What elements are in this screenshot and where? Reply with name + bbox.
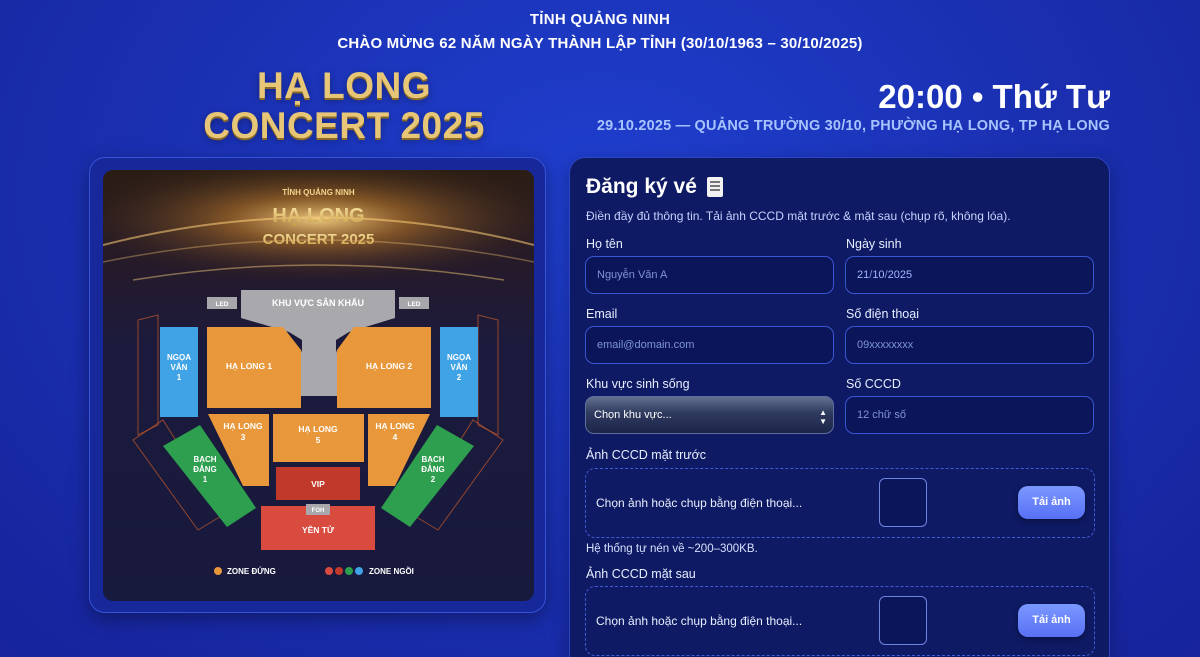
- email-label: Email: [586, 307, 618, 321]
- legend-standing-label: ZONE ĐỨNG: [227, 567, 276, 576]
- select-arrows-icon: ▲ ▼: [819, 408, 827, 426]
- fullname-input[interactable]: Nguyễn Văn A: [585, 256, 834, 294]
- led-label-right: LED: [408, 301, 421, 308]
- id-front-label: Ảnh CCCD mặt trước: [586, 448, 707, 462]
- zone-vip-label: VIP: [311, 479, 325, 489]
- receipt-icon: [706, 177, 723, 197]
- zone-ha-long-5-label-a: HẠ LONG: [298, 424, 338, 434]
- registration-form: Đăng ký vé Điền đầy đủ thông tin. Tải ản…: [569, 157, 1110, 657]
- region-select[interactable]: Chọn khu vực... ▲ ▼: [585, 396, 834, 434]
- zone-ha-long-3-label-a: HẠ LONG: [223, 421, 263, 431]
- zone-ha-long-5-label-b: 5: [316, 435, 321, 445]
- dob-label: Ngày sinh: [846, 237, 902, 251]
- form-title-text: Đăng ký vé: [586, 175, 697, 198]
- seating-map-poster: TỈNH QUẢNG NINH HẠ LONG CONCERT 2025 LED…: [103, 170, 534, 601]
- form-instructions: Điền đầy đủ thông tin. Tải ảnh CCCD mặt …: [586, 209, 1011, 223]
- poster-title-2: CONCERT 2025: [263, 231, 375, 248]
- compression-hint: Hệ thống tự nén về ~200–300KB.: [586, 543, 758, 555]
- event-logo: HẠ LONG CONCERT 2025: [198, 66, 490, 146]
- id-number-input[interactable]: 12 chữ số: [845, 396, 1094, 434]
- id-back-upload-button[interactable]: Tải ảnh: [1018, 604, 1085, 637]
- zone-bach-dang-1-label-c: 1: [203, 475, 208, 484]
- id-back-preview: [879, 596, 927, 645]
- zone-ngoa-van-2-label-b: VÂN: [451, 363, 468, 372]
- phone-label: Số điện thoại: [846, 307, 919, 321]
- dob-input[interactable]: 21/10/2025: [845, 256, 1094, 294]
- logo-line-2: CONCERT 2025: [203, 105, 485, 146]
- id-number-label: Số CCCD: [846, 377, 901, 391]
- legend-seated-dot-green: [345, 567, 353, 575]
- region-select-value: Chọn khu vực...: [594, 409, 672, 421]
- id-front-dropzone[interactable]: Chọn ảnh hoặc chụp bằng điện thoại... Tả…: [585, 468, 1095, 538]
- zone-bach-dang-1-label-a: BẠCH: [193, 455, 216, 464]
- zone-bach-dang-2-label-c: 2: [431, 475, 436, 484]
- zone-ngoa-van-1-label-c: 1: [177, 373, 182, 382]
- poster-title-1: HẠ LONG: [272, 205, 364, 227]
- zone-bach-dang-1-label-b: ĐẰNG: [193, 465, 217, 474]
- zone-ha-long-3-label-b: 3: [241, 432, 246, 442]
- id-front-text: Chọn ảnh hoặc chụp bằng điện thoại...: [596, 496, 803, 510]
- id-front-upload-button[interactable]: Tải ảnh: [1018, 486, 1085, 519]
- zone-yen-tu-label: YÊN TỬ: [302, 524, 335, 535]
- province-heading: TỈNH QUẢNG NINH: [529, 11, 671, 28]
- zone-ngoa-van-2-label-c: 2: [457, 373, 462, 382]
- zone-ha-long-4-label-a: HẠ LONG: [375, 421, 415, 431]
- poster-province: TỈNH QUẢNG NINH: [282, 188, 355, 197]
- legend-standing-dot: [214, 567, 222, 575]
- id-front-preview: [879, 478, 927, 527]
- seating-map-svg: TỈNH QUẢNG NINH HẠ LONG CONCERT 2025 LED…: [103, 170, 534, 576]
- dob-day[interactable]: 21: [857, 269, 869, 281]
- id-back-label: Ảnh CCCD mặt sau: [586, 567, 696, 581]
- zone-bach-dang-2-label-a: BẠCH: [421, 455, 444, 464]
- event-time: 20:00 • Thứ Tư: [878, 78, 1110, 115]
- led-label-left: LED: [216, 301, 229, 308]
- event-venue: 29.10.2025 — QUẢNG TRƯỜNG 30/10, PHƯỜNG …: [596, 118, 1110, 134]
- seating-map-card: TỈNH QUẢNG NINH HẠ LONG CONCERT 2025 LED…: [89, 157, 546, 613]
- form-title: Đăng ký vé: [586, 175, 723, 199]
- region-label: Khu vực sinh sống: [586, 377, 690, 391]
- fullname-label: Họ tên: [586, 237, 623, 251]
- email-input[interactable]: email@domain.com: [585, 326, 834, 364]
- legend-seated-dot-blue: [355, 567, 363, 575]
- logo-line-1: HẠ LONG: [256, 65, 432, 106]
- legend-seated-dot-red: [325, 567, 333, 575]
- zone-ha-long-4-label-b: 4: [393, 432, 398, 442]
- zone-ha-long-1-label: HẠ LONG 1: [226, 361, 273, 371]
- zone-ngoa-van-2[interactable]: [440, 327, 478, 417]
- anniversary-heading: CHÀO MỪNG 62 NĂM NGÀY THÀNH LẬP TỈNH (30…: [337, 35, 863, 52]
- zone-bach-dang-2-label-b: ĐẰNG: [421, 465, 445, 474]
- legend-seated-label: ZONE NGỒI: [369, 566, 414, 576]
- zone-ngoa-van-2-label-a: NGỌA: [447, 353, 471, 362]
- zone-ngoa-van-1-label-a: NGỌA: [167, 353, 191, 362]
- stage-label: KHU VỰC SÂN KHẤU: [272, 297, 364, 308]
- id-back-text: Chọn ảnh hoặc chụp bằng điện thoại...: [596, 614, 803, 628]
- zone-ngoa-van-1[interactable]: [160, 327, 198, 417]
- phone-input[interactable]: 09xxxxxxxx: [845, 326, 1094, 364]
- legend-seated-dot-darkred: [335, 567, 343, 575]
- id-back-dropzone[interactable]: Chọn ảnh hoặc chụp bằng điện thoại... Tả…: [585, 586, 1095, 656]
- foh-label-top: FOH: [312, 508, 325, 514]
- zone-ha-long-2-label: HẠ LONG 2: [366, 361, 413, 371]
- dob-month[interactable]: 10: [872, 269, 884, 281]
- zone-ngoa-van-1-label-b: VÂN: [171, 363, 188, 372]
- dob-year[interactable]: 2025: [888, 269, 912, 281]
